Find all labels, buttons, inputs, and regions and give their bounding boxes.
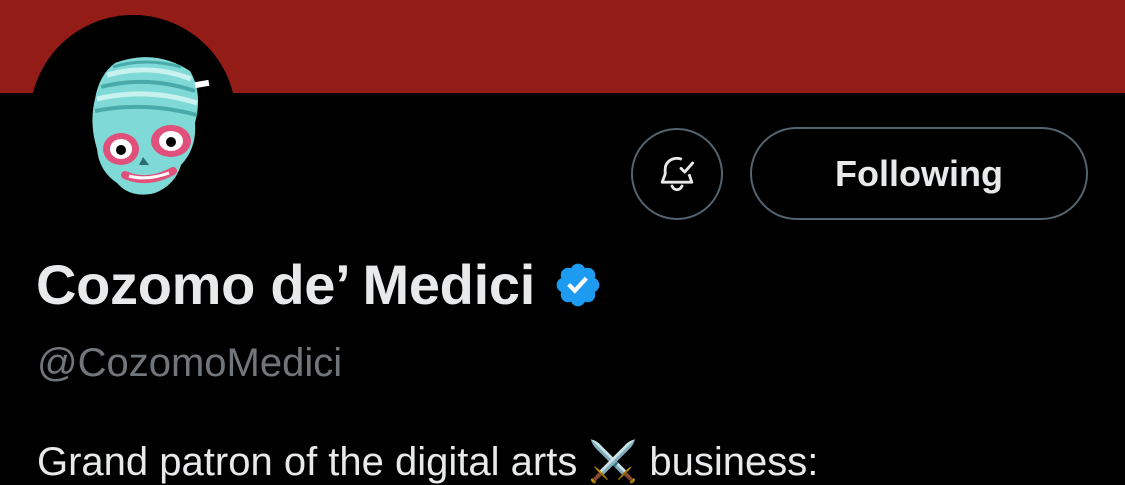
notifications-toggle-button[interactable] [631,128,723,220]
following-button[interactable]: Following [750,127,1088,220]
profile-bio: Grand patron of the digital arts ⚔️ busi… [37,440,819,484]
verified-badge-icon[interactable] [553,260,603,310]
following-button-label: Following [835,152,1003,194]
display-name-row: Cozomo de’ Medici [36,252,603,317]
profile-handle: @CozomoMedici [37,341,343,385]
bell-check-icon [660,156,695,192]
avatar-illustration [30,15,236,221]
profile-avatar[interactable] [30,15,236,221]
display-name: Cozomo de’ Medici [36,253,535,316]
